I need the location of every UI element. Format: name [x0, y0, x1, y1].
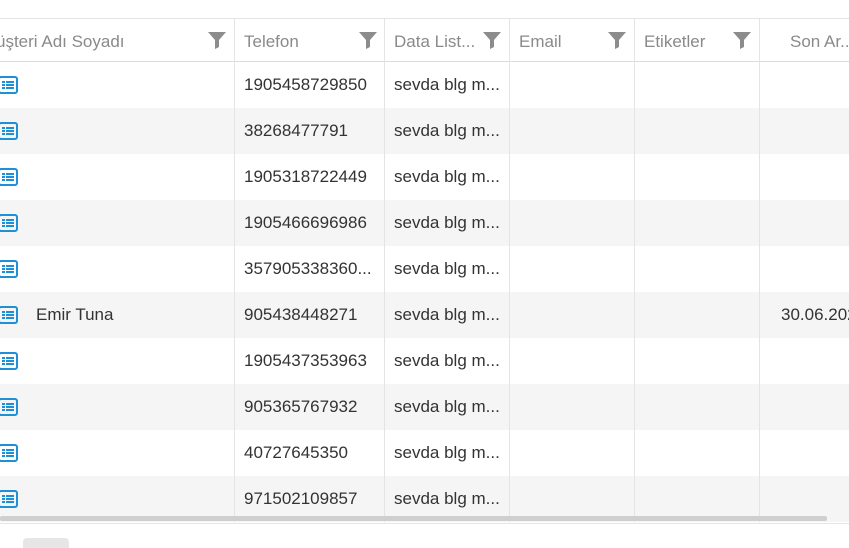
- horizontal-scrollbar[interactable]: [0, 516, 827, 521]
- cell-data-list: sevda blg m...: [385, 338, 510, 384]
- cell-tags: [635, 384, 760, 430]
- cell-tags: [635, 200, 760, 246]
- cell-last: [760, 384, 849, 430]
- grid-body: 1905458729850 sevda blg m... 38268477791 se…: [0, 62, 849, 522]
- customer-name-text: Emir Tuna: [36, 305, 114, 324]
- table-row[interactable]: 905365767932 sevda blg m...: [0, 384, 849, 430]
- cell-customer-name: [0, 154, 235, 200]
- cell-phone: 905365767932: [235, 384, 385, 430]
- cell-customer-name: [0, 246, 235, 292]
- col-header-phone[interactable]: Telefon: [235, 19, 385, 62]
- cell-data-list: sevda blg m...: [385, 108, 510, 154]
- cell-last: [760, 246, 849, 292]
- cell-data-list: sevda blg m...: [385, 246, 510, 292]
- cell-phone: 357905338360...: [235, 246, 385, 292]
- cell-data-list: sevda blg m...: [385, 292, 510, 338]
- table-row[interactable]: 38268477791 sevda blg m...: [0, 108, 849, 154]
- cell-email: [510, 384, 635, 430]
- card-details-icon[interactable]: [0, 122, 18, 140]
- cell-last: [760, 108, 849, 154]
- cell-customer-name: [0, 384, 235, 430]
- cell-data-list: sevda blg m...: [385, 62, 510, 108]
- cell-tags: [635, 292, 760, 338]
- cell-data-list: sevda blg m...: [385, 154, 510, 200]
- cell-data-list: sevda blg m...: [385, 384, 510, 430]
- card-details-icon[interactable]: [0, 76, 18, 94]
- col-header-label: Data List...: [394, 32, 476, 51]
- cell-data-list: sevda blg m...: [385, 430, 510, 476]
- cell-tags: [635, 154, 760, 200]
- grid-header: üşteri Adı Soyadı Telefon Data List... E…: [0, 18, 849, 62]
- cell-email: [510, 108, 635, 154]
- card-details-icon[interactable]: [0, 490, 18, 508]
- card-details-icon[interactable]: [0, 398, 18, 416]
- cell-customer-name: [0, 108, 235, 154]
- cell-phone: 1905437353963: [235, 338, 385, 384]
- cell-email: [510, 338, 635, 384]
- card-details-icon[interactable]: [0, 306, 18, 324]
- cell-email: [510, 430, 635, 476]
- col-header-last-activity[interactable]: Son Ar...: [760, 19, 849, 62]
- table-row[interactable]: 1905466696986 sevda blg m...: [0, 200, 849, 246]
- cell-tags: [635, 246, 760, 292]
- cell-customer-name: [0, 430, 235, 476]
- cell-last: [760, 154, 849, 200]
- col-header-label: Son Ar...: [790, 32, 849, 51]
- cell-phone: 40727645350: [235, 430, 385, 476]
- cell-tags: [635, 62, 760, 108]
- cell-customer-name: [0, 200, 235, 246]
- table-row[interactable]: 1905318722449 sevda blg m...: [0, 154, 849, 200]
- cell-email: [510, 246, 635, 292]
- col-header-label: Etiketler: [644, 32, 706, 51]
- filter-icon[interactable]: [358, 30, 378, 50]
- col-header-label: üşteri Adı Soyadı: [0, 32, 125, 51]
- cell-tags: [635, 108, 760, 154]
- card-details-icon[interactable]: [0, 352, 18, 370]
- filter-icon[interactable]: [732, 30, 752, 50]
- table-row[interactable]: 357905338360... sevda blg m...: [0, 246, 849, 292]
- filter-icon[interactable]: [207, 30, 227, 50]
- table-row[interactable]: 1905458729850 sevda blg m...: [0, 62, 849, 108]
- customer-grid: üşteri Adı Soyadı Telefon Data List... E…: [0, 18, 849, 522]
- cell-last: [760, 200, 849, 246]
- pager-button[interactable]: [23, 538, 69, 548]
- grid-bottom-border: [0, 523, 849, 524]
- cell-tags: [635, 338, 760, 384]
- card-details-icon[interactable]: [0, 444, 18, 462]
- cell-phone: 1905458729850: [235, 62, 385, 108]
- cell-last: 30.06.202: [781, 305, 849, 324]
- col-header-label: Email: [519, 32, 562, 51]
- filter-icon[interactable]: [607, 30, 627, 50]
- cell-customer-name: Emir Tuna: [0, 292, 235, 338]
- col-header-tags[interactable]: Etiketler: [635, 19, 760, 62]
- table-row[interactable]: Emir Tuna 905438448271 sevda blg m... 30.06…: [0, 292, 849, 338]
- card-details-icon[interactable]: [0, 168, 18, 186]
- cell-email: [510, 292, 635, 338]
- cell-phone: 38268477791: [235, 108, 385, 154]
- col-header-customer-name[interactable]: üşteri Adı Soyadı: [0, 19, 235, 62]
- col-header-email[interactable]: Email: [510, 19, 635, 62]
- cell-phone: 905438448271: [235, 292, 385, 338]
- card-details-icon[interactable]: [0, 214, 18, 232]
- card-details-icon[interactable]: [0, 260, 18, 278]
- cell-email: [510, 62, 635, 108]
- cell-data-list: sevda blg m...: [385, 200, 510, 246]
- col-header-label: Telefon: [244, 32, 299, 51]
- table-row[interactable]: 1905437353963 sevda blg m...: [0, 338, 849, 384]
- cell-customer-name: [0, 62, 235, 108]
- cell-phone: 1905318722449: [235, 154, 385, 200]
- cell-email: [510, 200, 635, 246]
- cell-phone: 1905466696986: [235, 200, 385, 246]
- table-row[interactable]: 40727645350 sevda blg m...: [0, 430, 849, 476]
- cell-customer-name: [0, 338, 235, 384]
- col-header-data-list[interactable]: Data List...: [385, 19, 510, 62]
- cell-email: [510, 154, 635, 200]
- cell-last: [760, 338, 849, 384]
- filter-icon[interactable]: [482, 30, 502, 50]
- cell-last: [760, 430, 849, 476]
- cell-tags: [635, 430, 760, 476]
- cell-last: [760, 62, 849, 108]
